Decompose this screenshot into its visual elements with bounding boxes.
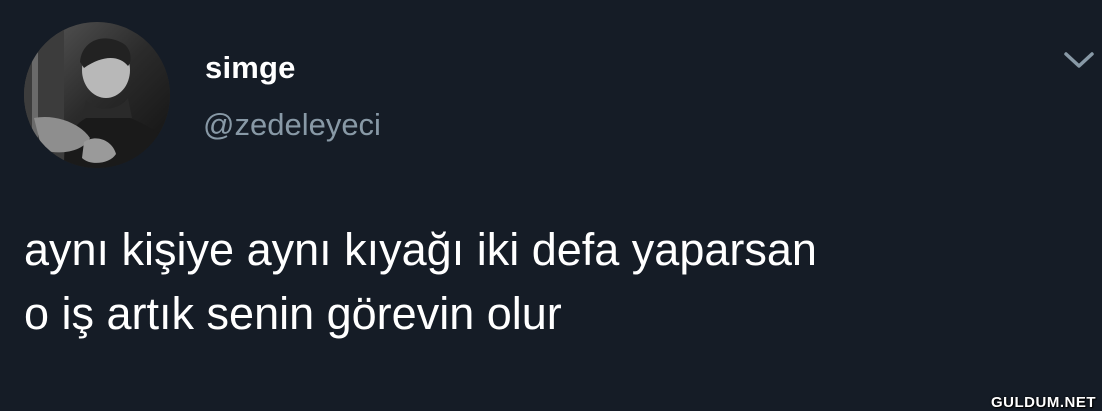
tweet-card: simge @zedeleyeci aynı kişiye aynı kıyağ… <box>0 0 1102 411</box>
watermark: GULDUM.NET <box>991 394 1096 411</box>
chevron-down-icon[interactable] <box>1062 48 1096 72</box>
avatar[interactable] <box>24 22 170 168</box>
user-handle[interactable]: @zedeleyeci <box>203 107 381 143</box>
tweet-text-line: o iş artık senin görevin olur <box>24 288 562 339</box>
tweet-text-line: aynı kişiye aynı kıyağı iki defa yaparsa… <box>24 224 817 275</box>
display-name[interactable]: simge <box>205 50 296 86</box>
profile-photo <box>24 22 170 168</box>
tweet-text: aynı kişiye aynı kıyağı iki defa yaparsa… <box>24 218 1094 346</box>
